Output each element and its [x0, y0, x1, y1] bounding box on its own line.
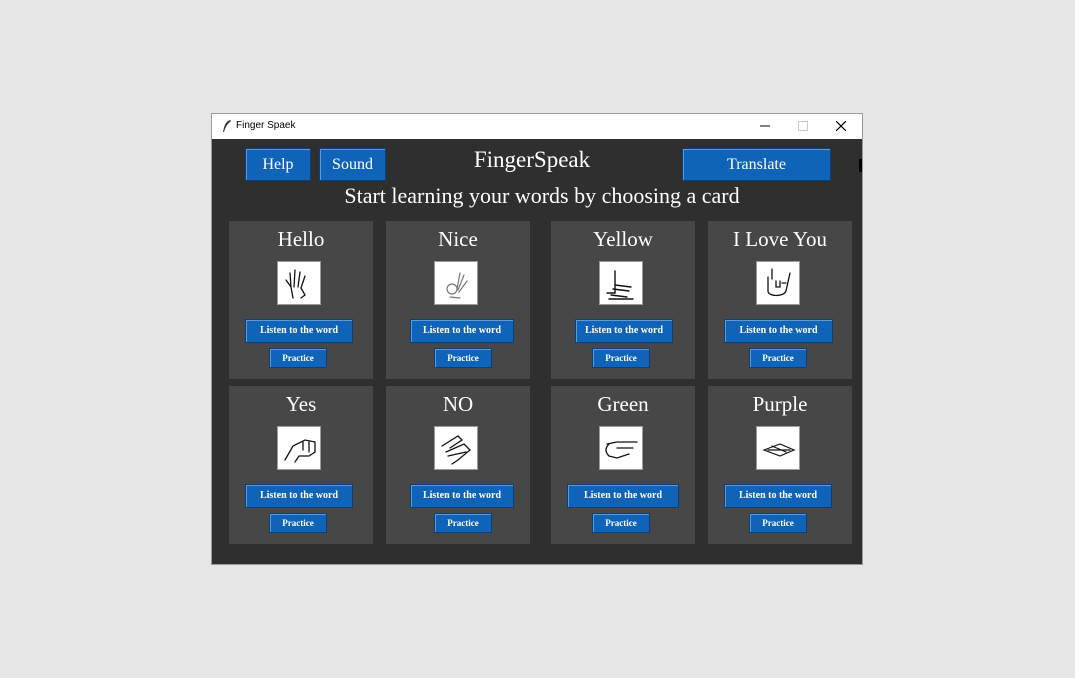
card-title: Nice	[438, 227, 478, 251]
maximize-icon	[798, 121, 808, 131]
sign-image	[277, 426, 321, 470]
main-content: Help Sound FingerSpeak Translate Start l…	[212, 139, 862, 564]
word-card-yes[interactable]: Yes Listen to the word Practice	[229, 386, 373, 544]
sound-button[interactable]: Sound	[319, 148, 386, 181]
word-card-green[interactable]: Green Listen to the word Practice	[551, 386, 695, 544]
card-title: Yellow	[593, 227, 653, 251]
close-button[interactable]	[822, 114, 860, 139]
close-icon	[836, 121, 846, 131]
sign-image	[599, 261, 643, 305]
card-title: Purple	[752, 392, 808, 416]
window-title: Finger Spaek	[236, 120, 296, 131]
practice-button[interactable]: Practice	[269, 513, 327, 533]
thumb-pinky-hand-icon	[606, 270, 634, 300]
app-window: Finger Spaek Help Sound FingerSpeak Tran…	[212, 114, 862, 564]
sign-image	[756, 261, 800, 305]
sign-image	[277, 261, 321, 305]
sign-image	[599, 426, 643, 470]
word-card-purple[interactable]: Purple Listen to the word Practice	[708, 386, 852, 544]
card-title: Hello	[277, 227, 325, 251]
practice-button[interactable]: Practice	[269, 348, 327, 368]
maximize-button[interactable]	[784, 114, 822, 139]
word-card-i-love-you[interactable]: I Love You Listen to the word Practice	[708, 221, 852, 379]
card-title: I Love You	[733, 227, 827, 251]
help-button[interactable]: Help	[245, 148, 311, 181]
word-card-no[interactable]: NO Listen to the word Practice	[386, 386, 530, 544]
practice-button[interactable]: Practice	[749, 348, 807, 368]
practice-button[interactable]: Practice	[434, 348, 492, 368]
listen-button[interactable]: Listen to the word	[724, 484, 832, 508]
feather-icon	[221, 119, 233, 133]
practice-button[interactable]: Practice	[749, 513, 807, 533]
sign-image	[434, 426, 478, 470]
sign-image	[434, 261, 478, 305]
page-subtitle: Start learning your words by choosing a …	[344, 183, 740, 208]
listen-button[interactable]: Listen to the word	[567, 484, 679, 508]
minimize-button[interactable]	[746, 114, 784, 139]
listen-button[interactable]: Listen to the word	[245, 319, 353, 343]
i-love-you-hand-icon	[767, 268, 791, 297]
flat-hand-icon	[762, 443, 796, 457]
word-card-nice[interactable]: Nice Listen to the word Practice	[386, 221, 530, 379]
open-hand-icon	[285, 269, 306, 299]
listen-button[interactable]: Listen to the word	[410, 319, 514, 343]
card-title: NO	[442, 392, 474, 416]
sign-image	[756, 426, 800, 470]
pointing-hand-icon	[605, 441, 638, 459]
app-title: FingerSpeak	[473, 147, 591, 172]
fist-hand-icon	[284, 439, 316, 463]
divider	[859, 159, 862, 172]
listen-button[interactable]: Listen to the word	[575, 319, 673, 343]
card-title: Yes	[285, 392, 317, 416]
minimize-icon	[760, 125, 770, 127]
ok-hand-icon	[446, 272, 468, 299]
practice-button[interactable]: Practice	[592, 513, 650, 533]
listen-button[interactable]: Listen to the word	[724, 319, 833, 343]
title-bar[interactable]: Finger Spaek	[212, 114, 862, 139]
card-title: Green	[597, 392, 649, 416]
listen-button[interactable]: Listen to the word	[245, 484, 353, 508]
word-card-hello[interactable]: Hello Listen to the word Practice	[229, 221, 373, 379]
no-hand-icon	[441, 435, 471, 465]
translate-button[interactable]: Translate	[682, 148, 831, 181]
practice-button[interactable]: Practice	[592, 348, 650, 368]
practice-button[interactable]: Practice	[434, 513, 492, 533]
listen-button[interactable]: Listen to the word	[410, 484, 514, 508]
word-card-yellow[interactable]: Yellow Listen to the word Practice	[551, 221, 695, 379]
